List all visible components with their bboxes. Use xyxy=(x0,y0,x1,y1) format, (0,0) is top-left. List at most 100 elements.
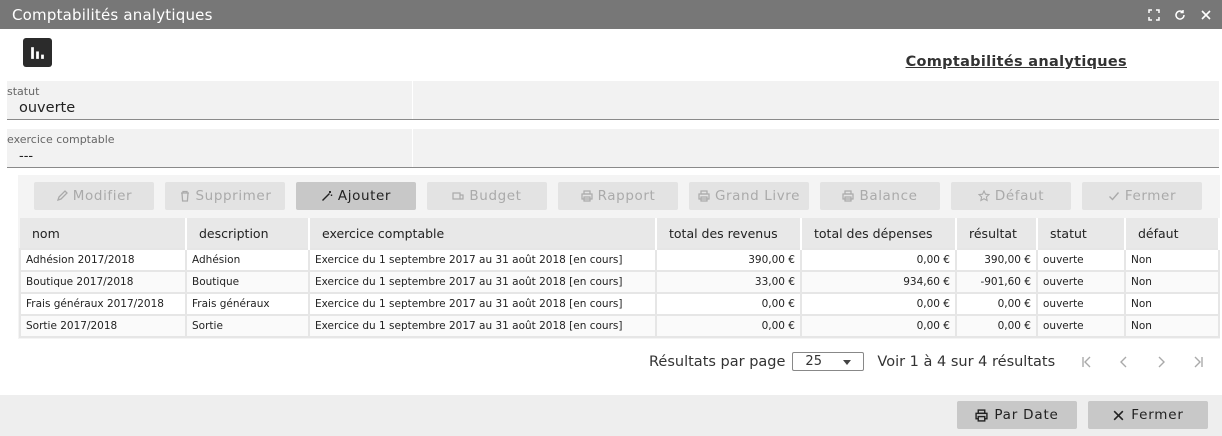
modifier-label: Modifier xyxy=(72,188,133,204)
statut-field[interactable]: statut ouverte xyxy=(7,81,1219,120)
column-header-statut[interactable]: statut xyxy=(1037,218,1126,250)
cell-exercice: Exercice du 1 septembre 2017 au 31 août … xyxy=(308,314,657,338)
statut-value[interactable]: ouverte xyxy=(19,100,75,116)
modifier-button[interactable]: Modifier xyxy=(34,182,154,210)
column-header-resultat[interactable]: résultat xyxy=(956,218,1038,250)
statut-label: statut xyxy=(7,85,40,98)
cell-exercice: Exercice du 1 septembre 2017 au 31 août … xyxy=(308,248,657,272)
defaut-button[interactable]: Défaut xyxy=(951,182,1071,210)
cell-depenses: 934,60 € xyxy=(800,270,957,294)
rapport-button[interactable]: Rapport xyxy=(558,182,678,210)
column-header-revenus[interactable]: total des revenus xyxy=(656,218,802,250)
cell-resultat: -901,60 € xyxy=(955,270,1038,294)
cell-statut: ouverte xyxy=(1036,292,1126,316)
table-row[interactable]: Adhésion 2017/2018 Adhésion Exercice du … xyxy=(19,248,1220,272)
per-page-value: 25 xyxy=(805,354,822,369)
cell-description: Boutique xyxy=(185,270,310,294)
window-titlebar: Comptabilités analytiques xyxy=(0,0,1222,29)
supprimer-button[interactable]: Supprimer xyxy=(165,182,285,210)
cell-exercice: Exercice du 1 septembre 2017 au 31 août … xyxy=(308,270,657,294)
cell-defaut: Non xyxy=(1124,270,1220,294)
first-page-icon[interactable] xyxy=(1079,354,1095,370)
cell-defaut: Non xyxy=(1124,248,1220,272)
accounts-table: nom description exercice comptable total… xyxy=(19,218,1220,338)
par-date-label: Par Date xyxy=(994,407,1059,423)
cell-defaut: Non xyxy=(1124,314,1220,338)
column-header-exercice[interactable]: exercice comptable xyxy=(309,218,657,250)
fermer-button[interactable]: Fermer xyxy=(1088,401,1208,429)
column-header-depenses[interactable]: total des dépenses xyxy=(801,218,957,250)
cell-resultat: 0,00 € xyxy=(955,314,1038,338)
window-title: Comptabilités analytiques xyxy=(12,5,213,24)
exercice-value[interactable]: --- xyxy=(19,149,33,164)
per-page-select[interactable]: 25 xyxy=(792,352,865,371)
budget-icon xyxy=(452,192,465,200)
cell-revenus: 390,00 € xyxy=(655,248,802,272)
grand-livre-label: Grand Livre xyxy=(714,188,801,204)
ajouter-label: Ajouter xyxy=(337,188,392,204)
field-divider xyxy=(412,129,413,167)
cell-nom: Adhésion 2017/2018 xyxy=(19,248,187,272)
pagination-bar: Résultats par page 25 Voir 1 à 4 sur 4 r… xyxy=(649,352,1206,371)
cell-defaut: Non xyxy=(1124,292,1220,316)
trash-icon xyxy=(180,190,189,202)
column-header-defaut[interactable]: défaut xyxy=(1125,218,1220,250)
exercice-field[interactable]: exercice comptable --- xyxy=(7,129,1219,168)
cell-revenus: 0,00 € xyxy=(655,292,802,316)
printer-icon xyxy=(975,408,988,422)
printer-icon xyxy=(842,190,855,202)
defaut-label: Défaut xyxy=(994,188,1045,204)
cell-resultat: 0,00 € xyxy=(955,292,1038,316)
table-row[interactable]: Sortie 2017/2018 Sortie Exercice du 1 se… xyxy=(19,314,1220,338)
cell-resultat: 390,00 € xyxy=(955,248,1038,272)
printer-icon xyxy=(580,190,593,202)
par-date-button[interactable]: Par Date xyxy=(957,401,1077,429)
cell-depenses: 0,00 € xyxy=(800,314,957,338)
fermer-toolbar-label: Fermer xyxy=(1124,188,1177,204)
close-icon xyxy=(1113,410,1124,420)
fermer-toolbar-button[interactable]: Fermer xyxy=(1082,182,1202,210)
check-icon xyxy=(1108,192,1119,201)
next-page-icon[interactable] xyxy=(1153,354,1169,370)
column-header-description[interactable]: description xyxy=(186,218,310,250)
cell-description: Frais généraux xyxy=(185,292,310,316)
cell-exercice: Exercice du 1 septembre 2017 au 31 août … xyxy=(308,292,657,316)
table-row[interactable]: Boutique 2017/2018 Boutique Exercice du … xyxy=(19,270,1220,294)
budget-label: Budget xyxy=(469,188,522,204)
balance-label: Balance xyxy=(859,188,918,204)
grand-livre-button[interactable]: Grand Livre xyxy=(689,182,809,210)
refresh-icon[interactable] xyxy=(1172,7,1188,23)
cell-depenses: 0,00 € xyxy=(800,248,957,272)
exercice-label: exercice comptable xyxy=(7,133,115,146)
cell-statut: ouverte xyxy=(1036,314,1126,338)
list-panel: Modifier Supprimer Ajouter Budget Rappor… xyxy=(18,175,1220,339)
cell-revenus: 33,00 € xyxy=(655,270,802,294)
range-text: Voir 1 à 4 sur 4 résultats xyxy=(877,353,1056,370)
cell-description: Adhésion xyxy=(185,248,310,272)
ajouter-button[interactable]: Ajouter xyxy=(296,182,416,210)
cell-depenses: 0,00 € xyxy=(800,292,957,316)
previous-page-icon[interactable] xyxy=(1116,354,1132,370)
page-title: Comptabilités analytiques xyxy=(905,54,1127,70)
pencil-icon xyxy=(56,190,68,202)
budget-button[interactable]: Budget xyxy=(427,182,547,210)
supprimer-label: Supprimer xyxy=(195,188,272,204)
cell-statut: ouverte xyxy=(1036,248,1126,272)
column-header-nom[interactable]: nom xyxy=(20,218,187,250)
cell-revenus: 0,00 € xyxy=(655,314,802,338)
table-row[interactable]: Frais généraux 2017/2018 Frais généraux … xyxy=(19,292,1220,316)
rapport-label: Rapport xyxy=(597,188,656,204)
table-header-row: nom description exercice comptable total… xyxy=(20,218,1220,250)
field-divider xyxy=(412,81,413,119)
last-page-icon[interactable] xyxy=(1190,354,1206,370)
close-window-icon[interactable] xyxy=(1198,7,1214,23)
footer-bar: Par Date Fermer xyxy=(0,395,1222,436)
cell-statut: ouverte xyxy=(1036,270,1126,294)
fullscreen-icon[interactable] xyxy=(1146,7,1162,23)
cell-nom: Frais généraux 2017/2018 xyxy=(19,292,187,316)
magic-wand-icon xyxy=(321,191,333,201)
balance-button[interactable]: Balance xyxy=(820,182,940,210)
fermer-label: Fermer xyxy=(1131,407,1184,423)
bar-chart-icon xyxy=(23,38,52,67)
per-page-label: Résultats par page xyxy=(649,353,786,370)
